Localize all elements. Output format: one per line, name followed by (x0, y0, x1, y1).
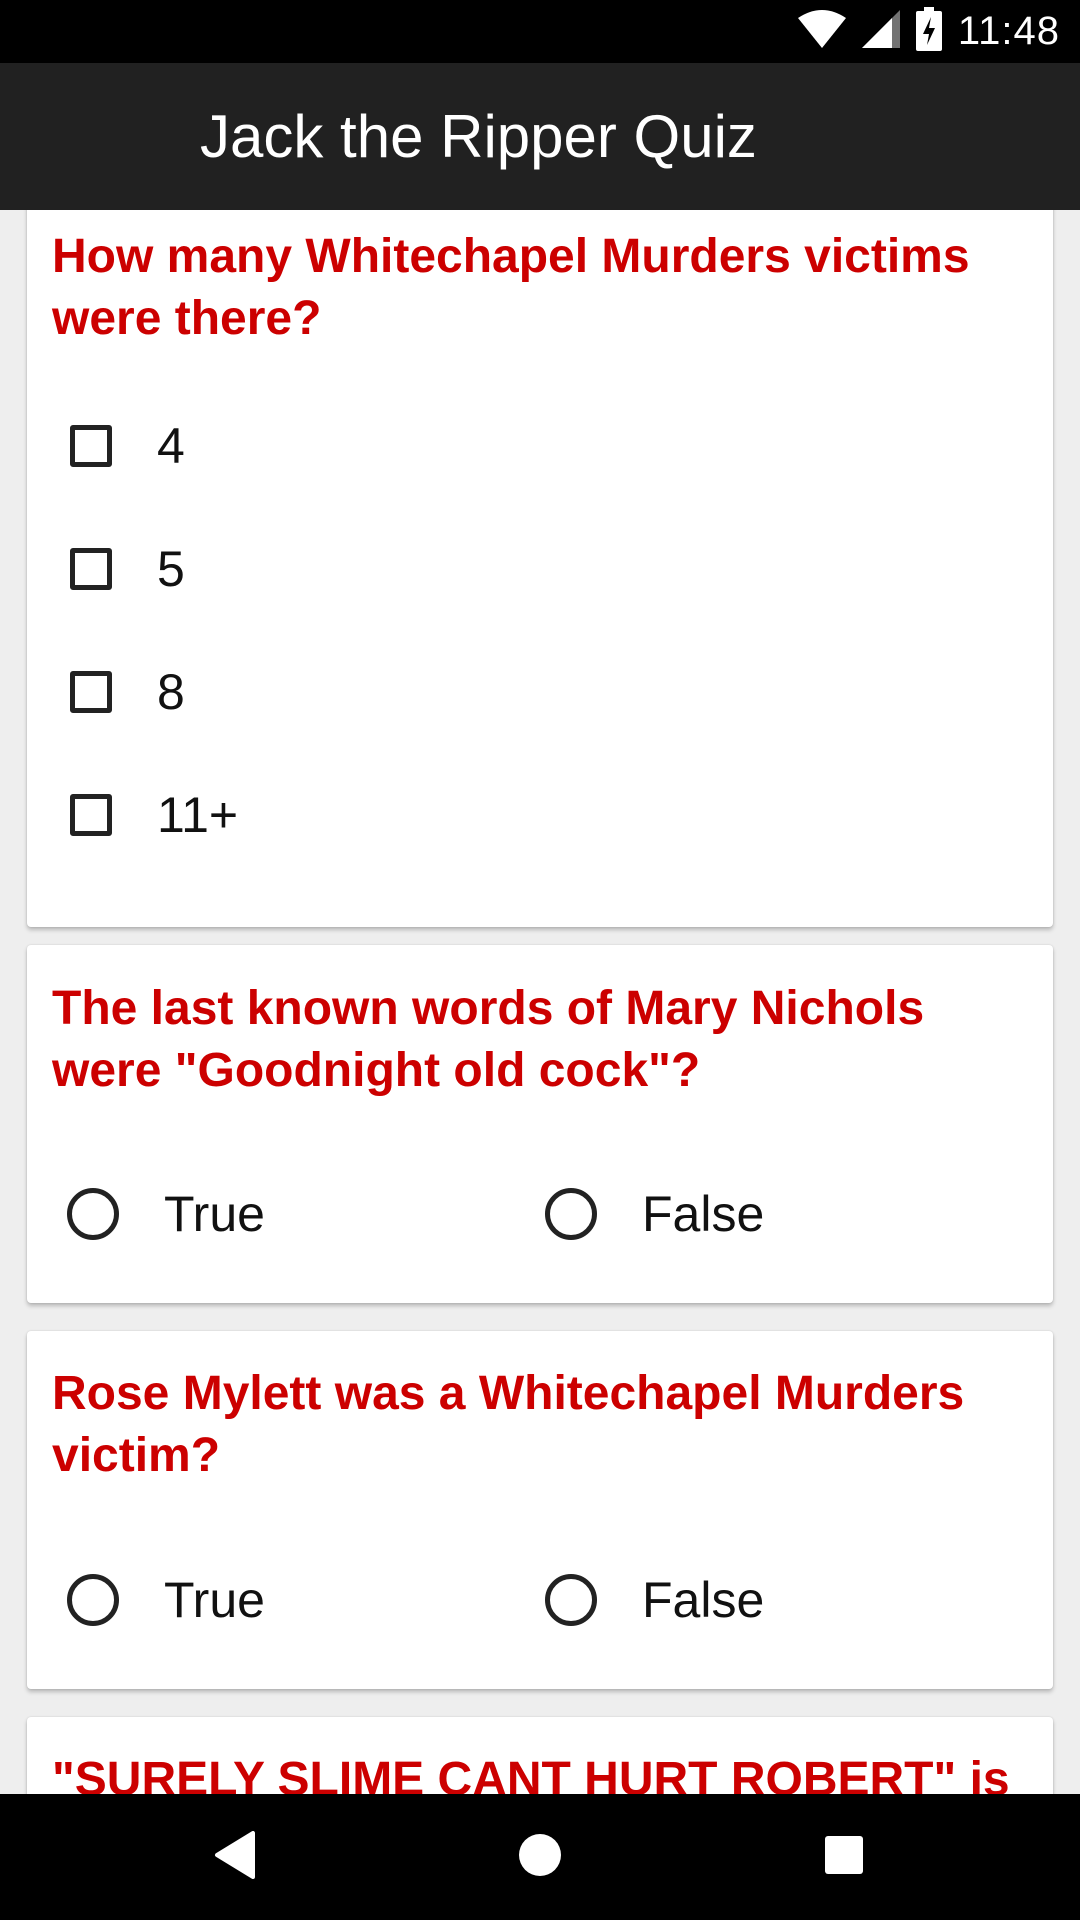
question-text-1: How many Whitechapel Murders victims wer… (52, 230, 970, 345)
battery-charging-icon (915, 7, 942, 56)
status-time: 11:48 (957, 9, 1060, 53)
recents-button[interactable] (784, 1794, 904, 1920)
checkbox-option-4[interactable]: 4 (70, 417, 185, 475)
radio-option-true[interactable]: True (67, 1571, 265, 1629)
home-icon (518, 1833, 562, 1882)
option-label: 11+ (157, 787, 239, 843)
radio-option-false[interactable]: False (545, 1185, 764, 1243)
checkbox[interactable] (70, 548, 112, 590)
question-text-4: "SURELY SLIME CANT HURT ROBERT" is (52, 1753, 1010, 1794)
question-text-2: The last known words of Mary Nichols wer… (52, 982, 925, 1097)
checkbox[interactable] (70, 794, 112, 836)
app-bar: Jack the Ripper Quiz (0, 63, 1080, 210)
option-label: 4 (157, 418, 185, 474)
navigation-bar (0, 1794, 1080, 1920)
checkbox[interactable] (70, 671, 112, 713)
question-card-1: How many Whitechapel Murders victims wer… (27, 210, 1053, 927)
radio-button[interactable] (67, 1188, 119, 1240)
question-card-3: Rose Mylett was a Whitechapel Murders vi… (27, 1331, 1053, 1689)
quiz-content[interactable]: How many Whitechapel Murders victims wer… (0, 210, 1080, 1794)
status-bar: 11:48 (0, 0, 1080, 63)
cell-signal-icon (861, 10, 900, 53)
question-card-4: "SURELY SLIME CANT HURT ROBERT" is (27, 1717, 1053, 1794)
option-label: True (164, 1572, 265, 1628)
checkbox-option-11-plus[interactable]: 11+ (70, 786, 238, 844)
radio-option-false[interactable]: False (545, 1571, 764, 1629)
radio-option-true[interactable]: True (67, 1185, 265, 1243)
status-icons: 11:48 (797, 0, 1060, 63)
question-text-3: Rose Mylett was a Whitechapel Murders vi… (52, 1367, 965, 1482)
recents-icon (824, 1835, 864, 1880)
option-label: False (642, 1186, 765, 1242)
back-icon (213, 1830, 257, 1884)
question-card-2: The last known words of Mary Nichols wer… (27, 945, 1053, 1303)
home-button[interactable] (480, 1794, 600, 1920)
option-label: 8 (157, 664, 185, 720)
checkbox[interactable] (70, 425, 112, 467)
option-label: True (164, 1186, 265, 1242)
checkbox-option-5[interactable]: 5 (70, 540, 185, 598)
radio-button[interactable] (545, 1188, 597, 1240)
app-title: Jack the Ripper Quiz (200, 103, 757, 170)
checkbox-option-8[interactable]: 8 (70, 663, 185, 721)
wifi-icon (797, 10, 846, 53)
radio-button[interactable] (67, 1574, 119, 1626)
option-label: 5 (157, 541, 185, 597)
back-button[interactable] (175, 1794, 295, 1920)
radio-button[interactable] (545, 1574, 597, 1626)
option-label: False (642, 1572, 765, 1628)
